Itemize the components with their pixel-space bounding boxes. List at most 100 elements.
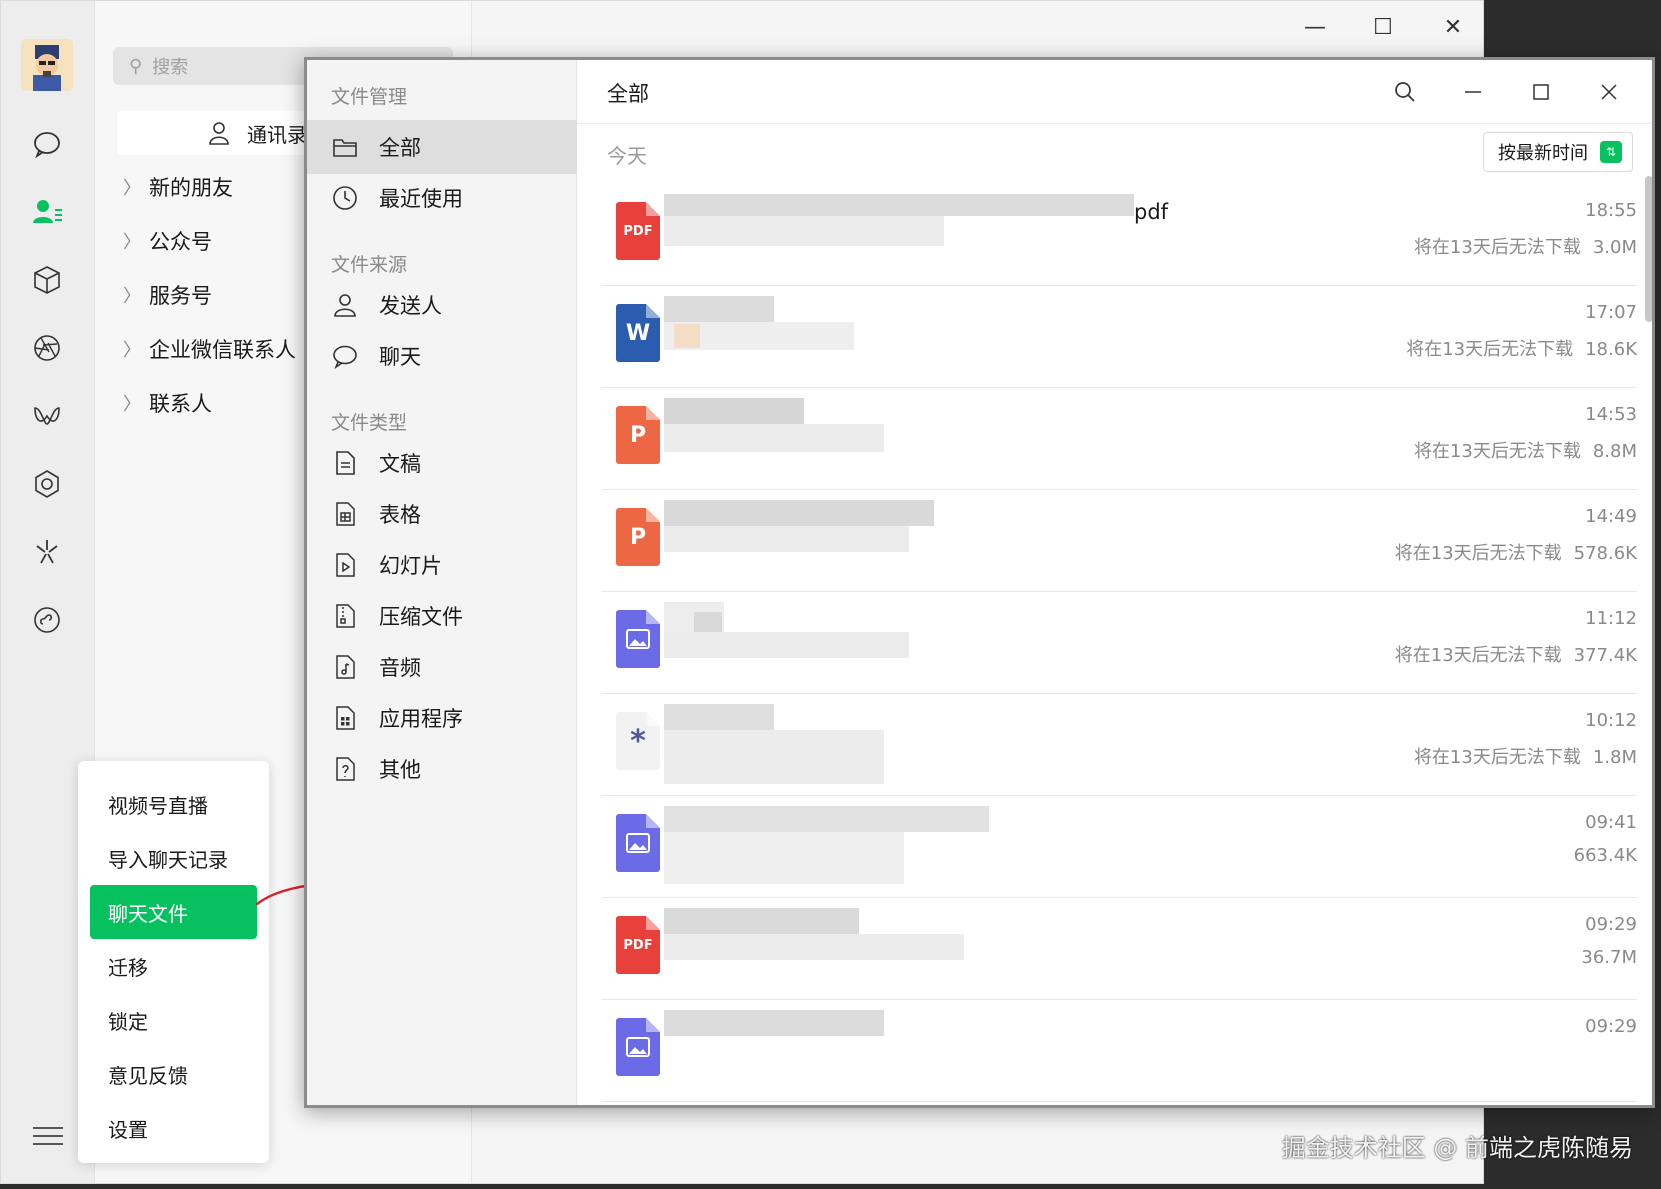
- file-row[interactable]: P 14:53 将在13天后无法下载 8.8M: [602, 382, 1637, 490]
- maximize-icon: [1533, 84, 1549, 100]
- document-icon: [336, 451, 355, 475]
- file-meta: 将在13天后无法下载 3.0M: [1414, 233, 1637, 259]
- scrollbar[interactable]: [1645, 176, 1652, 322]
- file-size: 1.8M: [1592, 747, 1637, 768]
- date-group-label: 今天: [607, 144, 647, 168]
- menu-item-settings[interactable]: 设置: [90, 1101, 257, 1155]
- clock-icon: [333, 186, 357, 210]
- group-wecom-contacts[interactable]: 〉企业微信联系人: [123, 329, 296, 369]
- file-time: 10:12: [1585, 710, 1637, 731]
- minimize-icon: [1465, 91, 1481, 93]
- file-manager-window: 文件管理 全部 最近使用 文件来源 发送人 聊天 文件类型 文稿 表格 幻灯片 …: [304, 57, 1655, 1108]
- sort-dropdown[interactable]: 按最新时间 ⇅: [1483, 132, 1633, 172]
- sidebar-item-applications[interactable]: 应用程序: [307, 691, 577, 745]
- search-icon: [1395, 82, 1415, 102]
- file-expire-note: 将在13天后无法下载: [1406, 339, 1574, 360]
- file-size: 36.7M: [1581, 947, 1637, 968]
- chevron-right-icon: 〉: [123, 286, 141, 307]
- maximize-button[interactable]: [1521, 74, 1561, 110]
- unknown-file-icon: *: [616, 712, 660, 770]
- file-row[interactable]: 09:41 663.4K: [602, 790, 1637, 898]
- sidebar-item-recent[interactable]: 最近使用: [307, 171, 577, 225]
- minimize-button[interactable]: [1453, 74, 1493, 110]
- file-row[interactable]: PDF pdf 18:55 将在13天后无法下载 3.0M: [602, 178, 1637, 286]
- minimize-button[interactable]: —: [1295, 13, 1335, 41]
- file-meta: 36.7M: [1569, 947, 1637, 968]
- file-meta: 663.4K: [1562, 845, 1637, 866]
- search-button[interactable]: [1385, 74, 1425, 110]
- avatar[interactable]: [21, 39, 73, 91]
- menu-item-migrate[interactable]: 迁移: [90, 939, 257, 993]
- close-button[interactable]: ✕: [1433, 13, 1473, 41]
- group-new-friends[interactable]: 〉新的朋友: [123, 167, 233, 207]
- file-meta: 将在13天后无法下载 18.6K: [1406, 335, 1637, 361]
- image-file-icon: [616, 814, 660, 872]
- file-expire-note: 将在13天后无法下载: [1394, 645, 1562, 666]
- image-file-icon: [616, 610, 660, 668]
- file-time: 17:07: [1585, 302, 1637, 323]
- search-icon: ⚲: [129, 55, 143, 77]
- menu-item-chat-files[interactable]: 聊天文件: [90, 885, 257, 939]
- file-time: 14:49: [1585, 506, 1637, 527]
- file-row[interactable]: * 10:12 将在13天后无法下载 1.8M: [602, 688, 1637, 796]
- file-size: 18.6K: [1585, 339, 1637, 360]
- menu-item-lock[interactable]: 锁定: [90, 993, 257, 1047]
- file-expire-note: 将在13天后无法下载: [1413, 441, 1581, 462]
- page-title: 全部: [607, 82, 649, 106]
- box-icon[interactable]: [28, 261, 66, 299]
- more-menu: 视频号直播 导入聊天记录 聊天文件 迁移 锁定 意见反馈 设置: [78, 761, 269, 1163]
- file-time: 09:29: [1585, 914, 1637, 935]
- menu-item-feedback[interactable]: 意见反馈: [90, 1047, 257, 1101]
- sidebar-item-other[interactable]: 其他: [307, 742, 577, 796]
- channels-icon[interactable]: [28, 397, 66, 435]
- group-service-accounts[interactable]: 〉服务号: [123, 275, 212, 315]
- sidebar-item-documents[interactable]: 文稿: [307, 436, 577, 490]
- other-icon: [336, 757, 355, 781]
- menu-item-import-chat-history[interactable]: 导入聊天记录: [90, 831, 257, 885]
- ppt-file-icon: P: [616, 406, 660, 464]
- spreadsheet-icon: [336, 502, 355, 526]
- settings-gear-icon[interactable]: [28, 465, 66, 503]
- file-row[interactable]: 11:12 将在13天后无法下载 377.4K: [602, 586, 1637, 694]
- sidebar-item-all[interactable]: 全部: [307, 120, 577, 174]
- group-official-accounts[interactable]: 〉公众号: [123, 221, 212, 261]
- pdf-file-icon: PDF: [616, 916, 660, 974]
- sidebar-item-audio[interactable]: 音频: [307, 640, 577, 694]
- group-contacts[interactable]: 〉联系人: [123, 383, 212, 423]
- maximize-button[interactable]: ☐: [1363, 13, 1403, 41]
- chat-icon[interactable]: [28, 125, 66, 163]
- file-time: 11:12: [1585, 608, 1637, 629]
- file-list-header: 全部: [577, 60, 1652, 124]
- file-row[interactable]: PDF 09:29 36.7M: [602, 892, 1637, 1000]
- file-row[interactable]: P 14:49 将在13天后无法下载 578.6K: [602, 484, 1637, 592]
- file-time: 18:55: [1585, 200, 1637, 221]
- file-size: 578.6K: [1573, 543, 1637, 564]
- close-icon: [1601, 84, 1617, 100]
- sidebar-item-slides[interactable]: 幻灯片: [307, 538, 577, 592]
- contacts-icon[interactable]: [28, 193, 66, 231]
- sidebar-item-archives[interactable]: 压缩文件: [307, 589, 577, 643]
- sparkle-icon[interactable]: [28, 533, 66, 571]
- sidebar-item-chat[interactable]: 聊天: [307, 329, 577, 383]
- menu-icon[interactable]: [33, 1121, 63, 1151]
- sidebar-item-sender[interactable]: 发送人: [307, 278, 577, 332]
- file-time: 14:53: [1585, 404, 1637, 425]
- zip-icon: [336, 604, 355, 628]
- file-time: 09:29: [1585, 1016, 1637, 1037]
- close-button[interactable]: [1589, 74, 1629, 110]
- sidebar-item-spreadsheets[interactable]: 表格: [307, 487, 577, 541]
- chat-bubble-icon: [333, 345, 357, 370]
- file-row[interactable]: W 17:07 将在13天后无法下载 18.6K: [602, 280, 1637, 388]
- mini-program-icon[interactable]: [28, 601, 66, 639]
- file-size: 377.4K: [1573, 645, 1637, 666]
- menu-item-channel-live[interactable]: 视频号直播: [90, 777, 257, 831]
- aperture-icon[interactable]: [28, 329, 66, 367]
- file-list-panel: 全部 今天 按最新时间 ⇅ PDF pdf 18:55 将在13天后无法下载 3.0M W…: [577, 60, 1652, 1105]
- word-file-icon: W: [616, 304, 660, 362]
- image-file-icon: [616, 1018, 660, 1076]
- file-size: 663.4K: [1573, 845, 1637, 866]
- file-row[interactable]: 09:29: [602, 994, 1637, 1102]
- file-manager-sidebar: 文件管理 全部 最近使用 文件来源 发送人 聊天 文件类型 文稿 表格 幻灯片 …: [307, 60, 577, 1105]
- file-expire-note: 将在13天后无法下载: [1413, 747, 1581, 768]
- sort-arrows-icon: ⇅: [1600, 141, 1622, 163]
